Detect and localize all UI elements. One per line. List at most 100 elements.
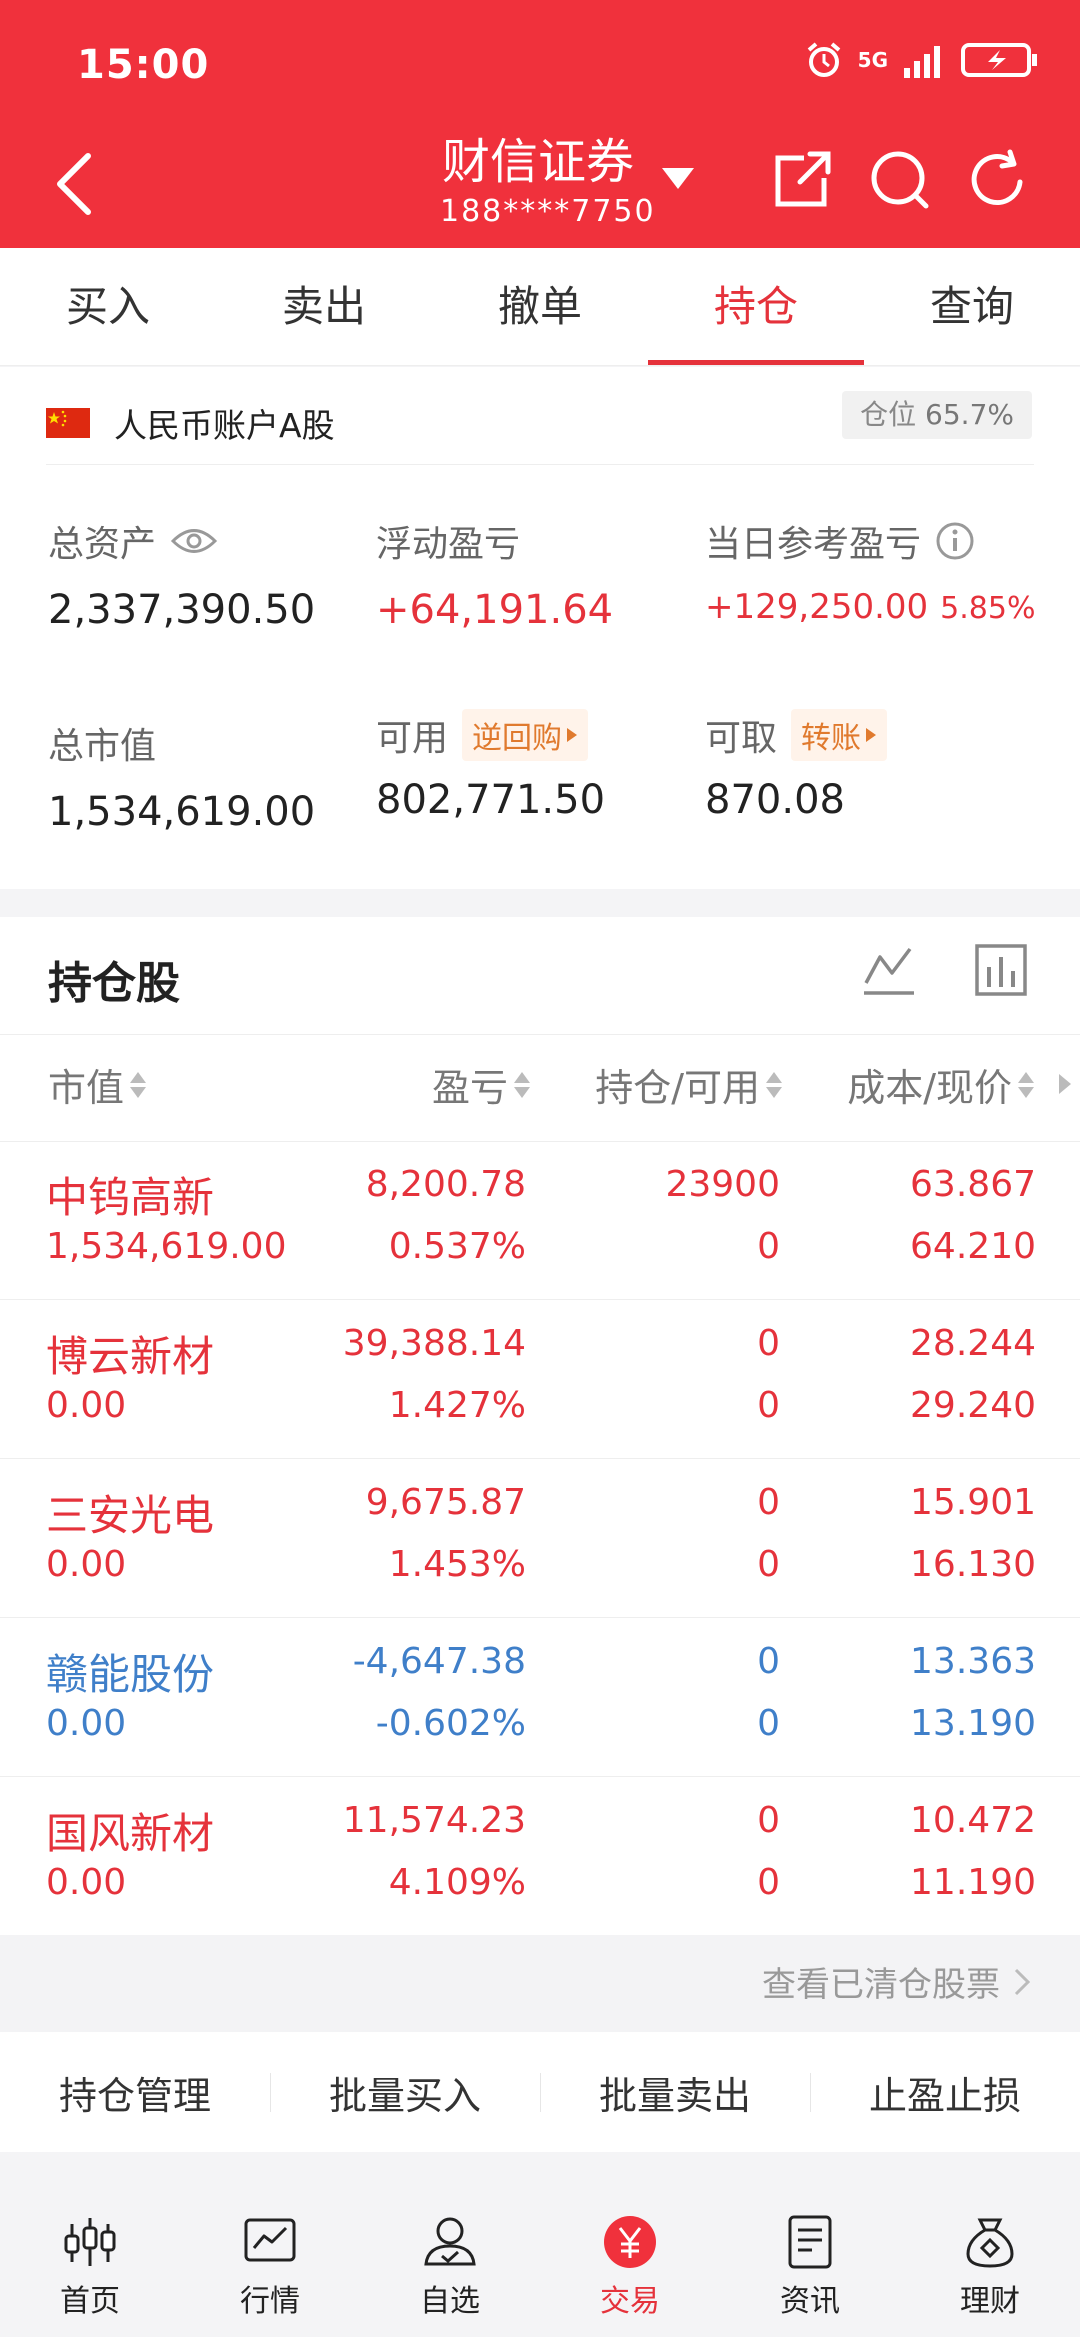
- transfer-button[interactable]: 转账: [791, 709, 888, 761]
- nav-item-wealth[interactable]: 理财: [900, 2192, 1080, 2337]
- daily-pl: 当日参考盈亏 +129,250.00 5.85%: [705, 515, 1035, 627]
- dropdown-icon[interactable]: [660, 165, 696, 191]
- market-value: 1,534,619.00: [46, 1226, 287, 1267]
- current-price: 64.210: [910, 1226, 1036, 1267]
- holding-actions: 持仓管理 批量买入 批量卖出 止盈止损: [0, 2032, 1080, 2152]
- status-time: 15:00: [77, 42, 210, 88]
- withdrawable-funds: 可取 转账 870.08: [705, 709, 888, 823]
- refresh-icon[interactable]: [966, 148, 1030, 212]
- network-label: 5G: [857, 48, 888, 72]
- available-qty: 0: [757, 1703, 780, 1744]
- batch-buy-button[interactable]: 批量买入: [270, 2065, 540, 2120]
- holding-row[interactable]: 国风新材 0.00 11,574.23 4.109% 0 0 10.472 11.190: [0, 1778, 1080, 1936]
- scroll-right-icon[interactable]: [1058, 1073, 1072, 1095]
- info-icon[interactable]: [935, 521, 975, 561]
- reverse-repo-button[interactable]: 逆回购: [462, 709, 589, 761]
- column-label: 盈亏: [431, 1066, 508, 1110]
- nav-item-home[interactable]: 首页: [0, 2192, 180, 2337]
- floating-pl: 浮动盈亏 +64,191.64: [376, 515, 613, 633]
- cleared-stocks-bar: 查看已清仓股票: [0, 1935, 1080, 2032]
- total-assets: 总资产 2,337,390.50: [48, 515, 315, 633]
- holding-qty: 0: [757, 1800, 780, 1841]
- daily-pl-value: +129,250.00: [705, 587, 929, 627]
- account-row[interactable]: 人民币账户A股: [46, 399, 335, 447]
- cleared-stocks-link[interactable]: 查看已清仓股票: [762, 1957, 1030, 2006]
- nav-label: 行情: [240, 2284, 300, 2319]
- stop-profit-loss-button[interactable]: 止盈止损: [810, 2065, 1080, 2120]
- tab-holdings[interactable]: 持仓: [648, 248, 864, 365]
- document-icon: [788, 2215, 832, 2269]
- available-value: 802,771.50: [376, 777, 606, 823]
- account-name: 人民币账户A股: [114, 406, 335, 445]
- bar-chart-icon[interactable]: [974, 943, 1028, 997]
- manage-holdings-button[interactable]: 持仓管理: [0, 2065, 270, 2120]
- bottom-nav: 首页 行情 自选 交易 资讯 理财: [0, 2192, 1080, 2337]
- current-price: 13.190: [910, 1703, 1036, 1744]
- floating-pl-label: 浮动盈亏: [376, 524, 521, 565]
- profit-loss-pct: 1.453%: [388, 1544, 526, 1585]
- nav-label: 自选: [420, 2284, 480, 2319]
- tab-sell[interactable]: 卖出: [216, 248, 432, 365]
- cost-price: 63.867: [910, 1164, 1036, 1205]
- search-icon[interactable]: [868, 148, 932, 212]
- available-label: 可用: [376, 718, 449, 759]
- share-icon[interactable]: [770, 148, 834, 212]
- market-value: 0.00: [46, 1703, 127, 1744]
- holding-qty: 23900: [665, 1164, 780, 1205]
- sort-icon: [514, 1070, 530, 1100]
- column-cost-price[interactable]: 成本/现价: [847, 1057, 1034, 1112]
- nav-item-market[interactable]: 行情: [180, 2192, 360, 2337]
- holding-qty: 0: [757, 1323, 780, 1364]
- line-chart-icon[interactable]: [862, 943, 916, 997]
- market-value-value: 1,534,619.00: [48, 789, 316, 835]
- chevron-right-icon: [1014, 1968, 1030, 1995]
- stock-name: 赣能股份: [46, 1650, 215, 1699]
- column-pl[interactable]: 盈亏: [432, 1057, 530, 1112]
- profit-loss-pct: 1.427%: [388, 1385, 526, 1426]
- market-value-label: 总市值: [48, 726, 157, 767]
- batch-sell-button[interactable]: 批量卖出: [540, 2065, 810, 2120]
- holding-row[interactable]: 三安光电 0.00 9,675.87 1.453% 0 0 15.901 16.130: [0, 1460, 1080, 1618]
- daily-pl-label: 当日参考盈亏: [705, 524, 922, 565]
- account-number: 188****7750: [440, 194, 656, 229]
- total-assets-value: 2,337,390.50: [48, 587, 316, 633]
- caret-right-icon: [567, 728, 578, 742]
- withdrawable-value: 870.08: [705, 777, 845, 823]
- alarm-icon: [807, 42, 840, 77]
- available-qty: 0: [757, 1385, 780, 1426]
- stock-name: 国风新材: [46, 1809, 215, 1858]
- tab-query[interactable]: 查询: [864, 248, 1080, 365]
- eye-icon[interactable]: [170, 526, 218, 556]
- nav-label: 理财: [960, 2284, 1020, 2319]
- holding-row[interactable]: 赣能股份 0.00 -4,647.38 -0.602% 0 0 13.363 13.190: [0, 1619, 1080, 1777]
- nav-item-watchlist[interactable]: 自选: [360, 2192, 540, 2337]
- holding-row[interactable]: 中钨高新 1,534,619.00 8,200.78 0.537% 23900 0 63.8…: [0, 1142, 1080, 1300]
- position-badge: 仓位 65.7%: [842, 391, 1032, 439]
- tab-cancel[interactable]: 撤单: [432, 248, 648, 365]
- header: 15:00 5G 财信证券 188****7750: [0, 0, 1080, 248]
- current-price: 29.240: [910, 1385, 1036, 1426]
- account-summary: 人民币账户A股 仓位 65.7% 总资产 2,337,390.50 浮动盈亏 +…: [0, 367, 1080, 889]
- column-holding[interactable]: 持仓/可用: [595, 1057, 782, 1112]
- cost-price: 15.901: [910, 1482, 1036, 1523]
- profit-loss: 9,675.87: [365, 1482, 526, 1523]
- withdrawable-label: 可取: [705, 718, 778, 759]
- stock-name: 中钨高新: [46, 1173, 215, 1222]
- cost-price: 13.363: [910, 1641, 1036, 1682]
- nav-label: 资讯: [780, 2284, 840, 2319]
- column-market-value[interactable]: 市值: [48, 1057, 147, 1112]
- stock-name: 三安光电: [46, 1491, 215, 1540]
- tab-buy[interactable]: 买入: [0, 248, 216, 365]
- nav-item-news[interactable]: 资讯: [720, 2192, 900, 2337]
- money-bag-icon: [966, 2218, 1014, 2268]
- column-label: 市值: [48, 1066, 125, 1110]
- holdings-section: 持仓股 市值 盈亏 持仓/可用 成本/现价 中钨高新 1,534,619.00 8,…: [0, 917, 1080, 1937]
- cost-price: 10.472: [910, 1800, 1036, 1841]
- holding-row[interactable]: 博云新材 0.00 39,388.14 1.427% 0 0 28.244 29.240: [0, 1301, 1080, 1459]
- profit-loss: 11,574.23: [342, 1800, 526, 1841]
- transfer-label: 转账: [801, 721, 862, 756]
- status-icons: 5G: [804, 40, 1040, 80]
- market-chart-icon: [244, 2218, 296, 2262]
- holding-qty: 0: [757, 1641, 780, 1682]
- nav-item-trade[interactable]: 交易: [540, 2192, 720, 2337]
